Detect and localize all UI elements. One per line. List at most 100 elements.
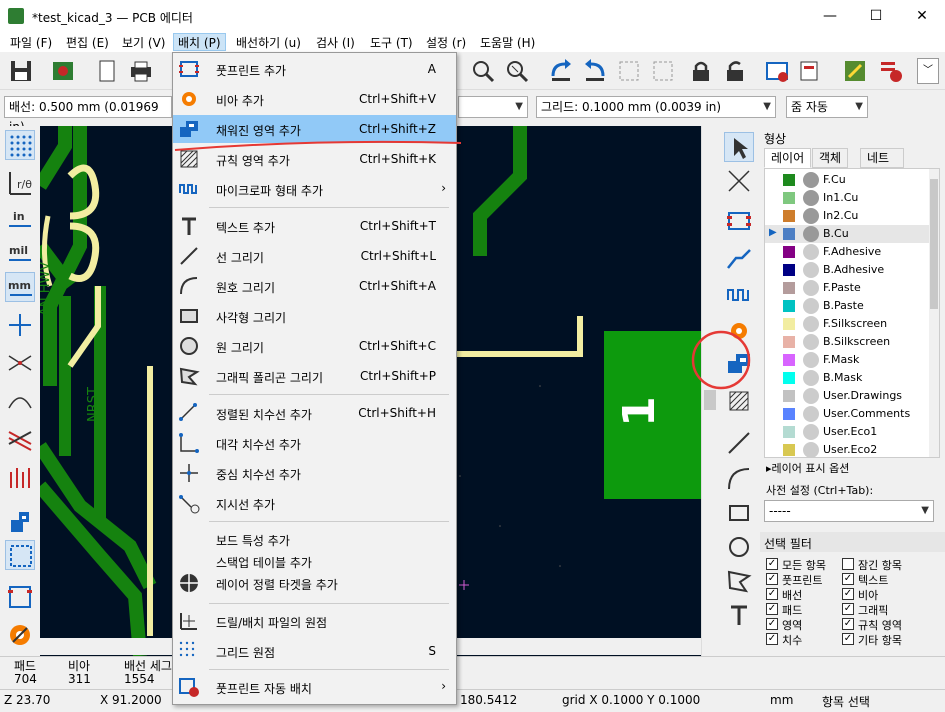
drc-icon[interactable] bbox=[878, 58, 904, 84]
color-swatch[interactable] bbox=[783, 210, 795, 222]
footprint-editor-icon[interactable] bbox=[798, 58, 824, 84]
layer-row[interactable]: User.Drawings bbox=[765, 387, 933, 405]
menu-item-draw-circle[interactable]: 원 그리기 Ctrl+Shift+C bbox=[173, 332, 456, 360]
scroll-thumb[interactable] bbox=[930, 179, 938, 309]
menu-item-draw-polygon[interactable]: 그래픽 폴리곤 그리기 Ctrl+Shift+P bbox=[173, 362, 456, 390]
layer-row[interactable]: F.Mask bbox=[765, 351, 933, 369]
grid-toggle-icon[interactable] bbox=[5, 130, 35, 160]
menu-place[interactable]: 배치 (P) bbox=[173, 33, 226, 51]
menu-item-drill-origin[interactable]: 드릴/배치 파일의 원점 bbox=[173, 607, 456, 635]
menu-item-draw-rectangle[interactable]: 사각형 그리기 bbox=[173, 302, 456, 330]
zoom-select[interactable]: 줌 자동 ▼ bbox=[786, 96, 868, 118]
zoom-selection-icon[interactable] bbox=[504, 58, 530, 84]
layer-row-active[interactable]: ▶ B.Cu bbox=[765, 225, 933, 243]
hidden-icon[interactable] bbox=[803, 334, 819, 350]
menu-item-layer-alignment-target[interactable]: 레이어 정렬 타겟을 추가 bbox=[173, 569, 456, 597]
menu-help[interactable]: 도움말 (H) bbox=[476, 34, 539, 51]
menu-file[interactable]: 파일 (F) bbox=[6, 34, 56, 51]
layer-row[interactable]: F.Cu bbox=[765, 171, 933, 189]
eye-icon[interactable] bbox=[803, 190, 819, 206]
hidden-icon[interactable] bbox=[803, 424, 819, 440]
layer-row[interactable]: B.Paste bbox=[765, 297, 933, 315]
units-inch-icon[interactable]: in bbox=[5, 204, 35, 234]
route-track-icon[interactable] bbox=[724, 244, 754, 274]
menu-item-add-text[interactable]: 텍스트 추가 Ctrl+Shift+T bbox=[173, 212, 456, 240]
units-mil-icon[interactable]: mil bbox=[5, 238, 35, 268]
layer-row[interactable]: B.Silkscreen bbox=[765, 333, 933, 351]
lock-icon[interactable] bbox=[688, 58, 714, 84]
polar-coords-icon[interactable]: r/θ bbox=[5, 168, 35, 198]
layer-row[interactable]: F.Adhesive bbox=[765, 243, 933, 261]
menu-item-add-rule-area[interactable]: 규칙 영역 추가 Ctrl+Shift+K bbox=[173, 145, 456, 173]
checkbox-vias[interactable]: ✓ bbox=[842, 588, 854, 600]
units-mm-icon[interactable]: mm bbox=[5, 272, 35, 302]
curved-ratsnest-icon[interactable] bbox=[5, 384, 35, 414]
menu-item-add-via[interactable]: 비아 추가 Ctrl+Shift+V bbox=[173, 85, 456, 113]
eye-icon[interactable] bbox=[803, 226, 819, 242]
layer-row[interactable]: B.Adhesive bbox=[765, 261, 933, 279]
menu-edit[interactable]: 편집 (E) bbox=[62, 34, 113, 51]
track-width-select[interactable]: 배선: 0.500 mm (0.01969 in) bbox=[4, 96, 172, 134]
hidden-icon[interactable] bbox=[803, 316, 819, 332]
scripting-icon[interactable] bbox=[842, 58, 868, 84]
hidden-icon[interactable] bbox=[803, 352, 819, 368]
mirror-v-icon[interactable] bbox=[650, 58, 676, 84]
zone-display-icon[interactable] bbox=[5, 506, 35, 536]
menu-item-orthogonal-dimension[interactable]: 대각 치수선 추가 bbox=[173, 429, 456, 457]
color-swatch[interactable] bbox=[783, 192, 795, 204]
unlock-icon[interactable] bbox=[722, 58, 748, 84]
color-swatch[interactable] bbox=[783, 228, 795, 240]
layer-row[interactable]: User.Eco1 bbox=[765, 423, 933, 441]
hidden-icon[interactable] bbox=[803, 388, 819, 404]
tab-nets[interactable]: 네트 bbox=[860, 148, 904, 168]
rotate-cw-icon[interactable] bbox=[582, 58, 608, 84]
menu-item-draw-arc[interactable]: 원호 그리기 Ctrl+Shift+A bbox=[173, 272, 456, 300]
hidden-icon[interactable] bbox=[803, 244, 819, 260]
draw-polygon-icon[interactable] bbox=[724, 566, 754, 596]
checkbox-zones[interactable]: ✓ bbox=[766, 618, 778, 630]
local-ratsnest-icon[interactable] bbox=[724, 166, 754, 196]
hidden-icon[interactable] bbox=[803, 370, 819, 386]
draw-arc-icon[interactable] bbox=[724, 464, 754, 494]
layer-row[interactable]: In2.Cu bbox=[765, 207, 933, 225]
netlist-icon[interactable] bbox=[764, 58, 790, 84]
color-swatch[interactable] bbox=[783, 354, 795, 366]
menu-item-grid-origin[interactable]: 그리드 원점 S bbox=[173, 637, 456, 665]
menu-preferences[interactable]: 설정 (r) bbox=[422, 34, 470, 51]
close-icon[interactable]: ✕ bbox=[899, 0, 945, 32]
show-zones-icon[interactable] bbox=[5, 424, 35, 454]
color-swatch[interactable] bbox=[783, 426, 795, 438]
hidden-icon[interactable] bbox=[803, 298, 819, 314]
layer-row[interactable]: F.Paste bbox=[765, 279, 933, 297]
menu-item-draw-line[interactable]: 선 그리기 Ctrl+Shift+L bbox=[173, 242, 456, 270]
color-swatch[interactable] bbox=[783, 390, 795, 402]
board-setup-icon[interactable] bbox=[50, 58, 76, 84]
cursor-shape-icon[interactable] bbox=[5, 310, 35, 340]
menu-item-aligned-dimension[interactable]: 정렬된 치수선 추가 Ctrl+Shift+H bbox=[173, 399, 456, 427]
add-footprint-icon[interactable] bbox=[724, 206, 754, 236]
minimize-icon[interactable]: — bbox=[807, 0, 853, 32]
color-swatch[interactable] bbox=[783, 336, 795, 348]
menu-route[interactable]: 배선하기 (u) bbox=[232, 34, 305, 51]
via-size-select[interactable]: ▼ bbox=[458, 96, 528, 118]
mirror-h-icon[interactable] bbox=[616, 58, 642, 84]
hidden-icon[interactable] bbox=[803, 406, 819, 422]
draw-line-icon[interactable] bbox=[724, 428, 754, 458]
add-text-icon[interactable] bbox=[724, 600, 754, 630]
color-swatch[interactable] bbox=[783, 246, 795, 258]
grid-select[interactable]: 그리드: 0.1000 mm (0.0039 in) ▼ bbox=[536, 96, 776, 118]
layer-row[interactable]: B.Mask bbox=[765, 369, 933, 387]
tab-objects[interactable]: 객체 bbox=[812, 148, 849, 168]
layer-row[interactable]: User.Comments bbox=[765, 405, 933, 423]
checkbox-locked[interactable] bbox=[842, 558, 854, 570]
checkbox-text[interactable]: ✓ bbox=[842, 573, 854, 585]
menu-item-autoplace-footprints[interactable]: 풋프린트 자동 배치 › bbox=[173, 673, 456, 701]
scroll-thumb[interactable] bbox=[704, 390, 716, 410]
tab-layers[interactable]: 레이어 bbox=[764, 148, 812, 168]
menu-view[interactable]: 보기 (V) bbox=[118, 34, 169, 51]
hidden-icon[interactable] bbox=[803, 442, 819, 457]
zoom-fit-icon[interactable] bbox=[470, 58, 496, 84]
preset-select[interactable]: ----- ▼ bbox=[764, 500, 934, 522]
checkbox-tracks[interactable]: ✓ bbox=[766, 588, 778, 600]
checkbox-graphics[interactable]: ✓ bbox=[842, 603, 854, 615]
